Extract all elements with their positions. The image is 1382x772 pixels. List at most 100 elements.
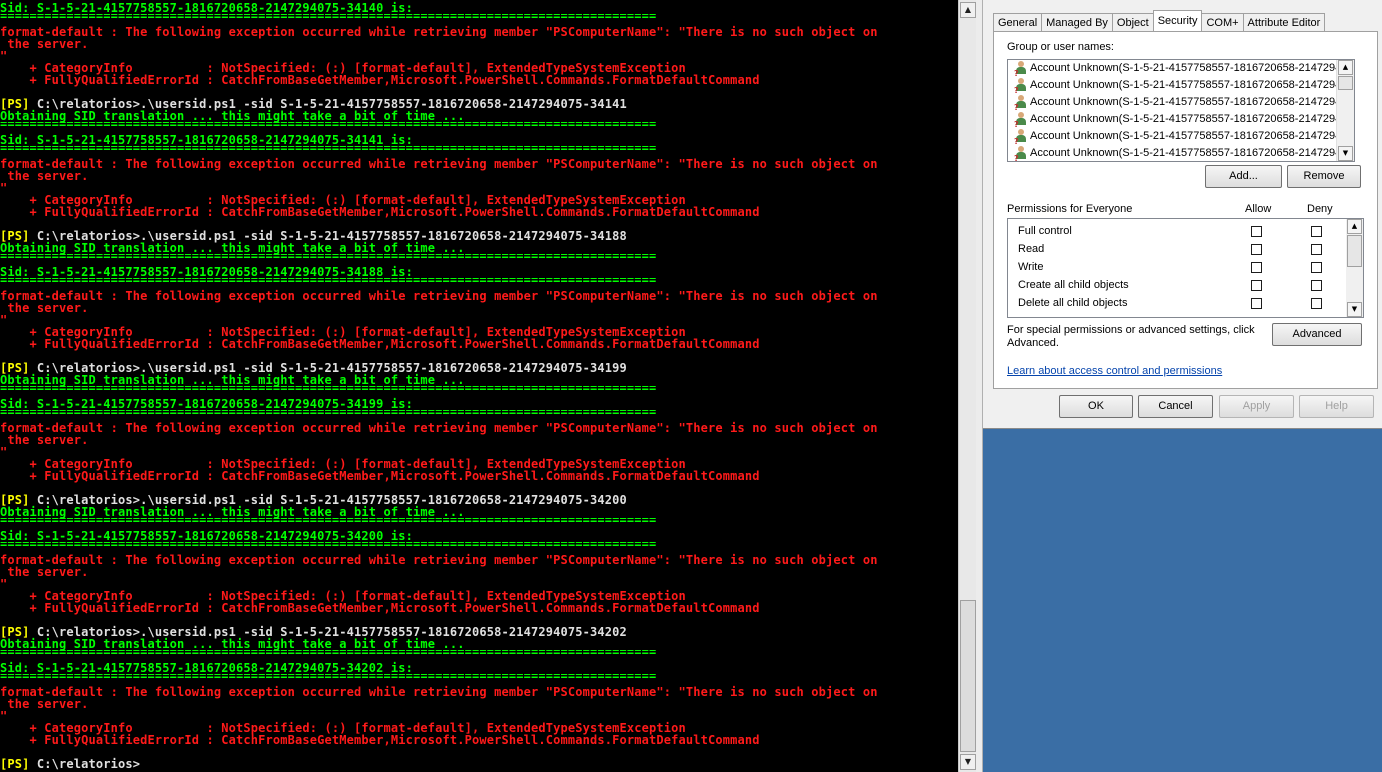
console-sid-line: Sid: S-1-5-21-4157758557-1816720658-2147…: [0, 529, 413, 543]
permission-name: Delete all child objects: [1018, 297, 1128, 309]
scroll-down-arrow-icon[interactable]: ▼: [1347, 302, 1362, 317]
allow-checkbox[interactable]: [1251, 244, 1262, 255]
console-sid-line: Sid: S-1-5-21-4157758557-1816720658-2147…: [0, 133, 413, 147]
user-name: Account Unknown(S-1-5-21-4157758557-1816…: [1030, 113, 1336, 125]
allow-column-header: Allow: [1245, 203, 1272, 215]
deny-checkbox[interactable]: [1311, 262, 1322, 273]
unknown-user-icon: ?: [1014, 145, 1028, 161]
tab-com-plus[interactable]: COM+: [1201, 13, 1244, 31]
deny-checkbox[interactable]: [1311, 226, 1322, 237]
add-button[interactable]: Add...: [1205, 165, 1282, 188]
permission-row: Write: [1018, 258, 1338, 276]
help-button[interactable]: Help: [1299, 395, 1374, 418]
user-name: Account Unknown(S-1-5-21-4157758557-1816…: [1030, 147, 1336, 159]
users-list-scrollbar[interactable]: ▲ ▼: [1336, 60, 1354, 161]
console-obtaining-line: Obtaining SID translation ... this might…: [0, 241, 465, 255]
permission-name: Create all child objects: [1018, 279, 1129, 291]
scroll-down-arrow-icon[interactable]: ▼: [960, 754, 976, 770]
console-fqid-line: + FullyQualifiedErrorId : CatchFromBaseG…: [0, 73, 760, 87]
advanced-button[interactable]: Advanced: [1272, 323, 1362, 346]
tab-security[interactable]: Security: [1152, 10, 1203, 31]
scrollbar-thumb[interactable]: [960, 600, 976, 752]
list-item[interactable]: ? Account Unknown(S-1-5-21-4157758557-181…: [1014, 94, 1336, 111]
remove-button[interactable]: Remove: [1287, 165, 1361, 188]
console-error-line: format-default : The following exception…: [0, 25, 878, 39]
list-item[interactable]: ? Account Unknown(S-1-5-21-4157758557-181…: [1014, 145, 1336, 161]
console-error-line: the server.: [0, 697, 89, 711]
scrollbar-thumb[interactable]: [1338, 76, 1353, 90]
deny-checkbox[interactable]: [1311, 280, 1322, 291]
special-permissions-text-2: Advanced.: [1007, 337, 1059, 349]
desktop-background: [983, 429, 1382, 772]
unknown-user-icon: ?: [1014, 111, 1028, 128]
user-name: Account Unknown(S-1-5-21-4157758557-1816…: [1030, 130, 1336, 142]
deny-checkbox[interactable]: [1311, 244, 1322, 255]
unknown-user-icon: ?: [1014, 60, 1028, 77]
console-error-line: the server.: [0, 169, 89, 183]
scroll-up-arrow-icon[interactable]: ▲: [960, 2, 976, 18]
console-obtaining-line: Obtaining SID translation ... this might…: [0, 373, 465, 387]
scroll-down-arrow-icon[interactable]: ▼: [1338, 146, 1353, 161]
console-fqid-line: + FullyQualifiedErrorId : CatchFromBaseG…: [0, 733, 760, 747]
window-border: [976, 0, 983, 772]
unknown-user-icon: ?: [1014, 128, 1028, 145]
console-error-line: format-default : The following exception…: [0, 553, 878, 567]
ok-button[interactable]: OK: [1059, 395, 1133, 418]
permission-row: Full control: [1018, 222, 1338, 240]
console-final-prompt-line[interactable]: [PS] C:\relatorios>: [0, 758, 958, 770]
console-output: Sid: S-1-5-21-4157758557-1816720658-2147…: [0, 2, 958, 770]
console-error-line: format-default : The following exception…: [0, 685, 878, 699]
tab-general[interactable]: General: [993, 13, 1043, 31]
deny-checkbox[interactable]: [1311, 298, 1322, 309]
powershell-console[interactable]: Sid: S-1-5-21-4157758557-1816720658-2147…: [0, 0, 960, 772]
learn-access-control-link[interactable]: Learn about access control and permissio…: [1007, 365, 1222, 377]
console-obtaining-line: Obtaining SID translation ... this might…: [0, 505, 465, 519]
users-list[interactable]: ? Account Unknown(S-1-5-21-4157758557-181…: [1007, 59, 1355, 162]
allow-checkbox[interactable]: [1251, 262, 1262, 273]
console-fqid-line: + FullyQualifiedErrorId : CatchFromBaseG…: [0, 205, 760, 219]
console-sid-line: Sid: S-1-5-21-4157758557-1816720658-2147…: [0, 661, 413, 675]
properties-dialog: General Managed By Object Security COM+ …: [983, 0, 1382, 429]
list-item[interactable]: ? Account Unknown(S-1-5-21-4157758557-181…: [1014, 111, 1336, 128]
allow-checkbox[interactable]: [1251, 226, 1262, 237]
console-sid-line: Sid: S-1-5-21-4157758557-1816720658-2147…: [0, 265, 413, 279]
tab-object[interactable]: Object: [1111, 13, 1154, 31]
tab-strip: General Managed By Object Security COM+ …: [993, 10, 1326, 31]
console-error-line: the server.: [0, 433, 89, 447]
console-obtaining-line: Obtaining SID translation ... this might…: [0, 637, 465, 651]
permission-name: Write: [1018, 261, 1044, 273]
apply-button[interactable]: Apply: [1219, 395, 1294, 418]
permissions-scrollbar[interactable]: ▲ ▼: [1346, 219, 1363, 317]
console-error-line: format-default : The following exception…: [0, 421, 878, 435]
console-error-line: the server.: [0, 37, 89, 51]
allow-checkbox[interactable]: [1251, 280, 1262, 291]
permission-row: Delete all child objects: [1018, 294, 1338, 312]
cancel-button[interactable]: Cancel: [1138, 395, 1213, 418]
console-error-line: format-default : The following exception…: [0, 157, 878, 171]
console-command: C:\relatorios>: [29, 757, 141, 771]
tab-managed-by[interactable]: Managed By: [1041, 13, 1113, 31]
console-fqid-line: + FullyQualifiedErrorId : CatchFromBaseG…: [0, 469, 760, 483]
console-sid-line: Sid: S-1-5-21-4157758557-1816720658-2147…: [0, 1, 413, 15]
unknown-user-icon: ?: [1014, 94, 1028, 111]
console-prompt: [PS]: [0, 757, 30, 771]
user-name: Account Unknown(S-1-5-21-4157758557-1816…: [1030, 96, 1336, 108]
permissions-list[interactable]: Full control Read Write Create all child…: [1007, 218, 1364, 318]
tab-attribute-editor[interactable]: Attribute Editor: [1242, 13, 1326, 31]
console-obtaining-line: Obtaining SID translation ... this might…: [0, 109, 465, 123]
permissions-label: Permissions for Everyone: [1007, 203, 1133, 215]
permission-row: Read: [1018, 240, 1338, 258]
scrollbar-thumb[interactable]: [1347, 235, 1362, 267]
console-scrollbar[interactable]: ▲ ▼: [958, 0, 977, 772]
list-item[interactable]: ? Account Unknown(S-1-5-21-4157758557-181…: [1014, 77, 1336, 94]
allow-checkbox[interactable]: [1251, 298, 1262, 309]
list-item[interactable]: ? Account Unknown(S-1-5-21-4157758557-181…: [1014, 128, 1336, 145]
security-tab-panel: Group or user names: ? Account Unknown(S-…: [993, 31, 1378, 389]
list-item[interactable]: ? Account Unknown(S-1-5-21-4157758557-181…: [1014, 60, 1336, 77]
user-name: Account Unknown(S-1-5-21-4157758557-1816…: [1030, 62, 1336, 74]
scroll-up-arrow-icon[interactable]: ▲: [1338, 60, 1353, 75]
permission-name: Read: [1018, 243, 1045, 255]
console-sid-line: Sid: S-1-5-21-4157758557-1816720658-2147…: [0, 397, 413, 411]
scroll-up-arrow-icon[interactable]: ▲: [1347, 219, 1362, 234]
console-error-line: the server.: [0, 301, 89, 315]
